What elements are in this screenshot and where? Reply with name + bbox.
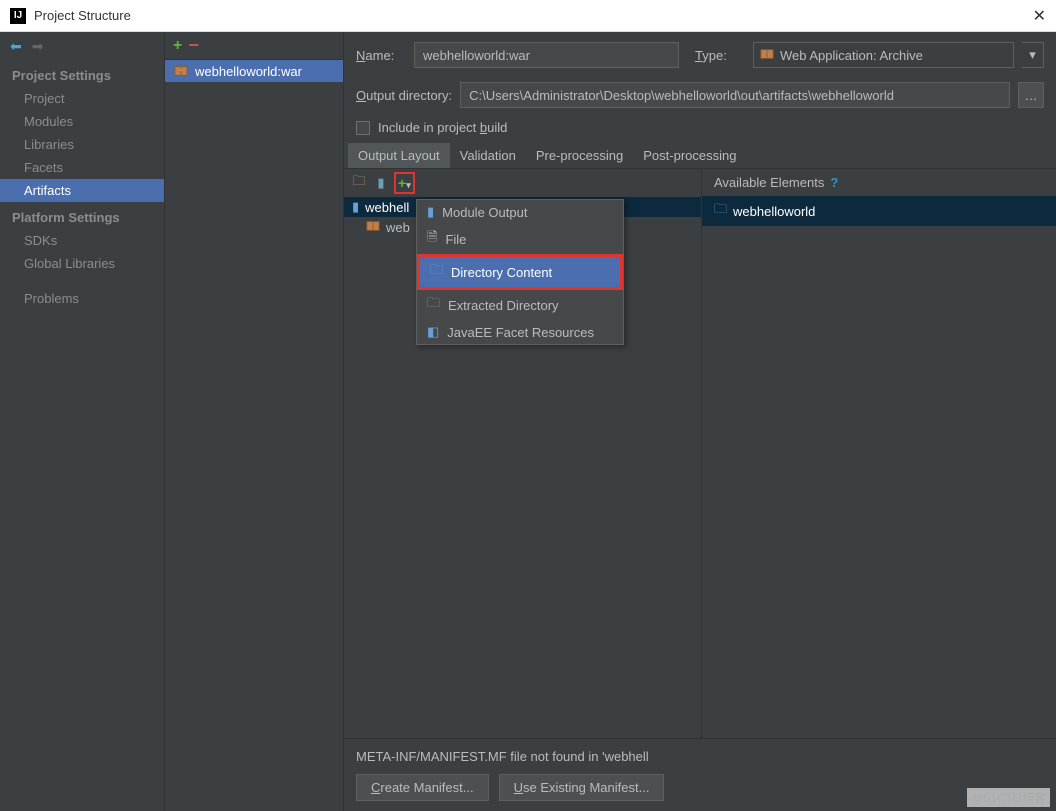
window-title: Project Structure [34, 8, 1033, 23]
tree-root-label: webhell [365, 200, 409, 215]
include-build-label: Include in project build [378, 120, 507, 135]
artifact-list-item-label: webhelloworld:war [195, 64, 302, 79]
module-output-icon: ▮ [427, 204, 434, 220]
artifact-list-item[interactable]: webhelloworld:war [165, 60, 343, 82]
sidebar-item-facets[interactable]: Facets [0, 156, 164, 179]
module-icon: ▮ [352, 199, 359, 215]
close-icon[interactable]: ✕ [1033, 6, 1046, 26]
forward-icon[interactable]: ➡ [32, 38, 44, 55]
manifest-info-text: META-INF/MANIFEST.MF file not found in '… [356, 749, 1044, 764]
type-label: Type: [695, 48, 745, 63]
remove-artifact-icon[interactable]: − [188, 35, 199, 56]
name-label: Name: [356, 48, 406, 63]
menu-file[interactable]: 🗎 File [417, 224, 623, 254]
window-titlebar: IJ Project Structure ✕ [0, 0, 1056, 32]
menu-file-label: File [445, 232, 466, 247]
add-copy-popup-wrap: ▮ Module Output 🗎 File 🗀 Directory Conte… [416, 199, 630, 345]
name-input[interactable] [414, 42, 679, 68]
available-elements-label: Available Elements [714, 175, 824, 190]
menu-javaee-facet[interactable]: ◧ JavaEE Facet Resources [417, 320, 623, 344]
sidebar-item-global-libraries[interactable]: Global Libraries [0, 252, 164, 275]
back-icon[interactable]: ⬅ [10, 38, 22, 55]
project-settings-header: Project Settings [0, 60, 164, 87]
browse-output-dir-button[interactable]: … [1018, 82, 1044, 108]
extracted-folder-icon: 🗀 [427, 294, 440, 316]
archive-icon [173, 63, 189, 79]
tab-output-layout[interactable]: Output Layout [348, 143, 450, 168]
menu-extracted-directory[interactable]: 🗀 Extracted Directory [417, 290, 623, 320]
type-select-value: Web Application: Archive [780, 48, 923, 63]
tree-child-label: web [386, 220, 410, 235]
output-dir-input[interactable] [460, 82, 1010, 108]
sidebar-item-artifacts[interactable]: Artifacts [0, 179, 164, 202]
artifact-editor: Name: Type: Web Application: Archive ▾ O… [344, 32, 1056, 811]
tab-postprocessing[interactable]: Post-processing [633, 143, 746, 168]
settings-sidebar: ⬅ ➡ Project Settings Project Modules Lib… [0, 32, 165, 811]
type-dropdown-button[interactable]: ▾ [1022, 42, 1044, 68]
new-archive-icon[interactable]: ▮ [372, 174, 390, 192]
sidebar-item-problems[interactable]: Problems [0, 287, 164, 310]
menu-directory-content-label: Directory Content [451, 265, 552, 280]
new-folder-icon[interactable]: 🗀 [350, 174, 368, 192]
app-logo-icon: IJ [10, 8, 26, 24]
menu-module-output[interactable]: ▮ Module Output [417, 200, 623, 224]
folder-icon: 🗀 [430, 261, 443, 283]
available-elements-panel: Available Elements ? 🗀 webhelloworld [702, 169, 1056, 738]
type-select[interactable]: Web Application: Archive [753, 42, 1014, 68]
available-item[interactable]: 🗀 webhelloworld [702, 196, 1056, 226]
platform-settings-header: Platform Settings [0, 202, 164, 229]
tab-validation[interactable]: Validation [450, 143, 526, 168]
available-elements-header: Available Elements ? [702, 169, 1056, 196]
sidebar-toolbar: ⬅ ➡ [0, 32, 164, 60]
archive-child-icon [366, 219, 380, 236]
module-folder-icon: 🗀 [714, 200, 727, 222]
include-build-checkbox[interactable] [356, 121, 370, 135]
artifacts-list-panel: + − webhelloworld:war [165, 32, 344, 811]
include-build-row: Include in project build [344, 112, 1056, 143]
manifest-buttons: Create Manifest... Use Existing Manifest… [356, 774, 1044, 801]
sidebar-item-libraries[interactable]: Libraries [0, 133, 164, 156]
menu-javaee-facet-label: JavaEE Facet Resources [447, 325, 594, 340]
add-copy-highlight: +▾ [394, 172, 415, 194]
main-area: ⬅ ➡ Project Settings Project Modules Lib… [0, 32, 1056, 811]
menu-directory-content[interactable]: 🗀 Directory Content [417, 254, 623, 290]
menu-module-output-label: Module Output [442, 205, 527, 220]
add-copy-icon[interactable]: +▾ [398, 175, 411, 191]
menu-extracted-directory-label: Extracted Directory [448, 298, 559, 313]
name-row: Name: Type: Web Application: Archive ▾ [344, 32, 1056, 72]
manifest-info-panel: META-INF/MANIFEST.MF file not found in '… [344, 738, 1056, 811]
output-dir-row: Output directory: … [344, 72, 1056, 112]
javaee-icon: ◧ [427, 324, 439, 340]
artifacts-toolbar: + − [165, 32, 343, 60]
create-manifest-button[interactable]: Create Manifest... [356, 774, 489, 801]
output-dir-label: Output directory: [356, 88, 452, 103]
sidebar-item-project[interactable]: Project [0, 87, 164, 110]
add-artifact-icon[interactable]: + [173, 37, 182, 55]
add-copy-popup: ▮ Module Output 🗎 File 🗀 Directory Conte… [416, 199, 624, 345]
tab-preprocessing[interactable]: Pre-processing [526, 143, 633, 168]
sidebar-item-sdks[interactable]: SDKs [0, 229, 164, 252]
file-icon: 🗎 [427, 228, 437, 250]
layout-toolbar: 🗀 ▮ +▾ [344, 169, 701, 197]
artifact-tabs: Output Layout Validation Pre-processing … [344, 143, 1056, 169]
help-icon[interactable]: ? [830, 175, 838, 190]
available-item-label: webhelloworld [733, 204, 815, 219]
archive-type-icon [760, 47, 774, 64]
use-existing-manifest-button[interactable]: Use Existing Manifest... [499, 774, 665, 801]
sidebar-item-modules[interactable]: Modules [0, 110, 164, 133]
watermark: @51CTO博客 [967, 788, 1050, 807]
